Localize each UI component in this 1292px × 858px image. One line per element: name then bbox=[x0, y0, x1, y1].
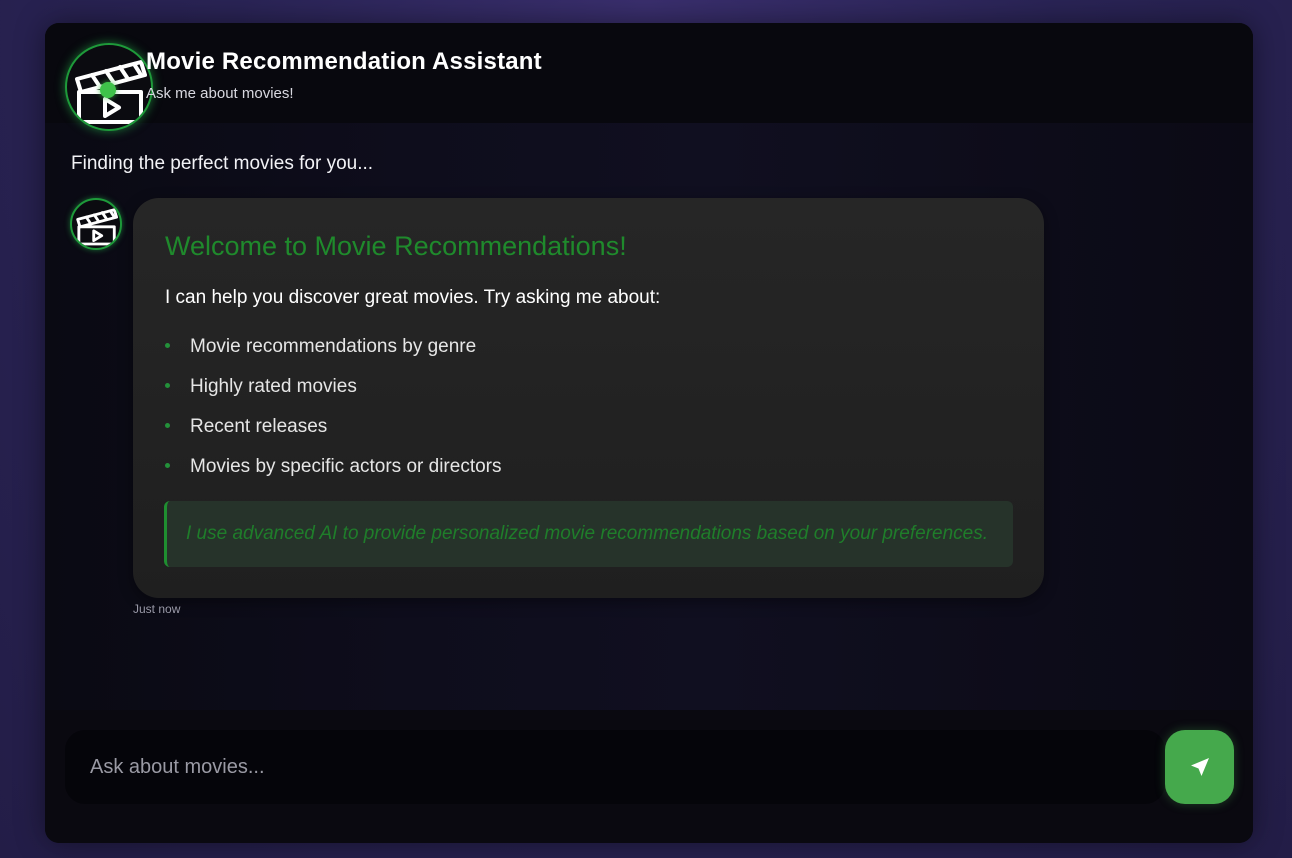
list-item: Recent releases bbox=[165, 413, 502, 453]
topic-label: Movies by specific actors or directors bbox=[190, 456, 502, 477]
message-input[interactable] bbox=[65, 730, 1165, 804]
input-container bbox=[65, 730, 1165, 804]
chat-window: Movie Recommendation Assistant Ask me ab… bbox=[45, 23, 1253, 843]
bullet-icon bbox=[165, 383, 170, 388]
topic-label: Movie recommendations by genre bbox=[190, 336, 477, 357]
send-icon bbox=[1190, 758, 1209, 776]
message-title: Welcome to Movie Recommendations! bbox=[165, 231, 627, 261]
message-avatar bbox=[70, 198, 122, 250]
topic-label: Recent releases bbox=[190, 416, 328, 437]
chat-header: Movie Recommendation Assistant Ask me ab… bbox=[45, 23, 1253, 131]
app-title: Movie Recommendation Assistant bbox=[146, 48, 542, 75]
topic-list: Movie recommendations by genre Highly ra… bbox=[165, 333, 502, 493]
topic-label: Highly rated movies bbox=[190, 376, 357, 397]
message-intro: I can help you discover great movies. Tr… bbox=[165, 287, 661, 308]
bullet-icon bbox=[165, 343, 170, 348]
list-item: Movie recommendations by genre bbox=[165, 333, 502, 373]
app-subtitle: Ask me about movies! bbox=[146, 85, 294, 102]
info-note: I use advanced AI to provide personalize… bbox=[164, 501, 1013, 567]
online-status-indicator bbox=[100, 82, 116, 98]
bullet-icon bbox=[165, 423, 170, 428]
list-item: Movies by specific actors or directors bbox=[165, 453, 502, 493]
typing-status: Finding the perfect movies for you... bbox=[71, 153, 374, 174]
bullet-icon bbox=[165, 463, 170, 468]
send-button[interactable] bbox=[1165, 730, 1234, 804]
message-composer bbox=[45, 710, 1253, 843]
message-timestamp: Just now bbox=[133, 602, 181, 616]
info-note-text: I use advanced AI to provide personalize… bbox=[186, 523, 988, 544]
assistant-message-bubble: Welcome to Movie Recommendations! I can … bbox=[133, 198, 1044, 598]
list-item: Highly rated movies bbox=[165, 373, 502, 413]
clapperboard-icon bbox=[76, 208, 118, 246]
